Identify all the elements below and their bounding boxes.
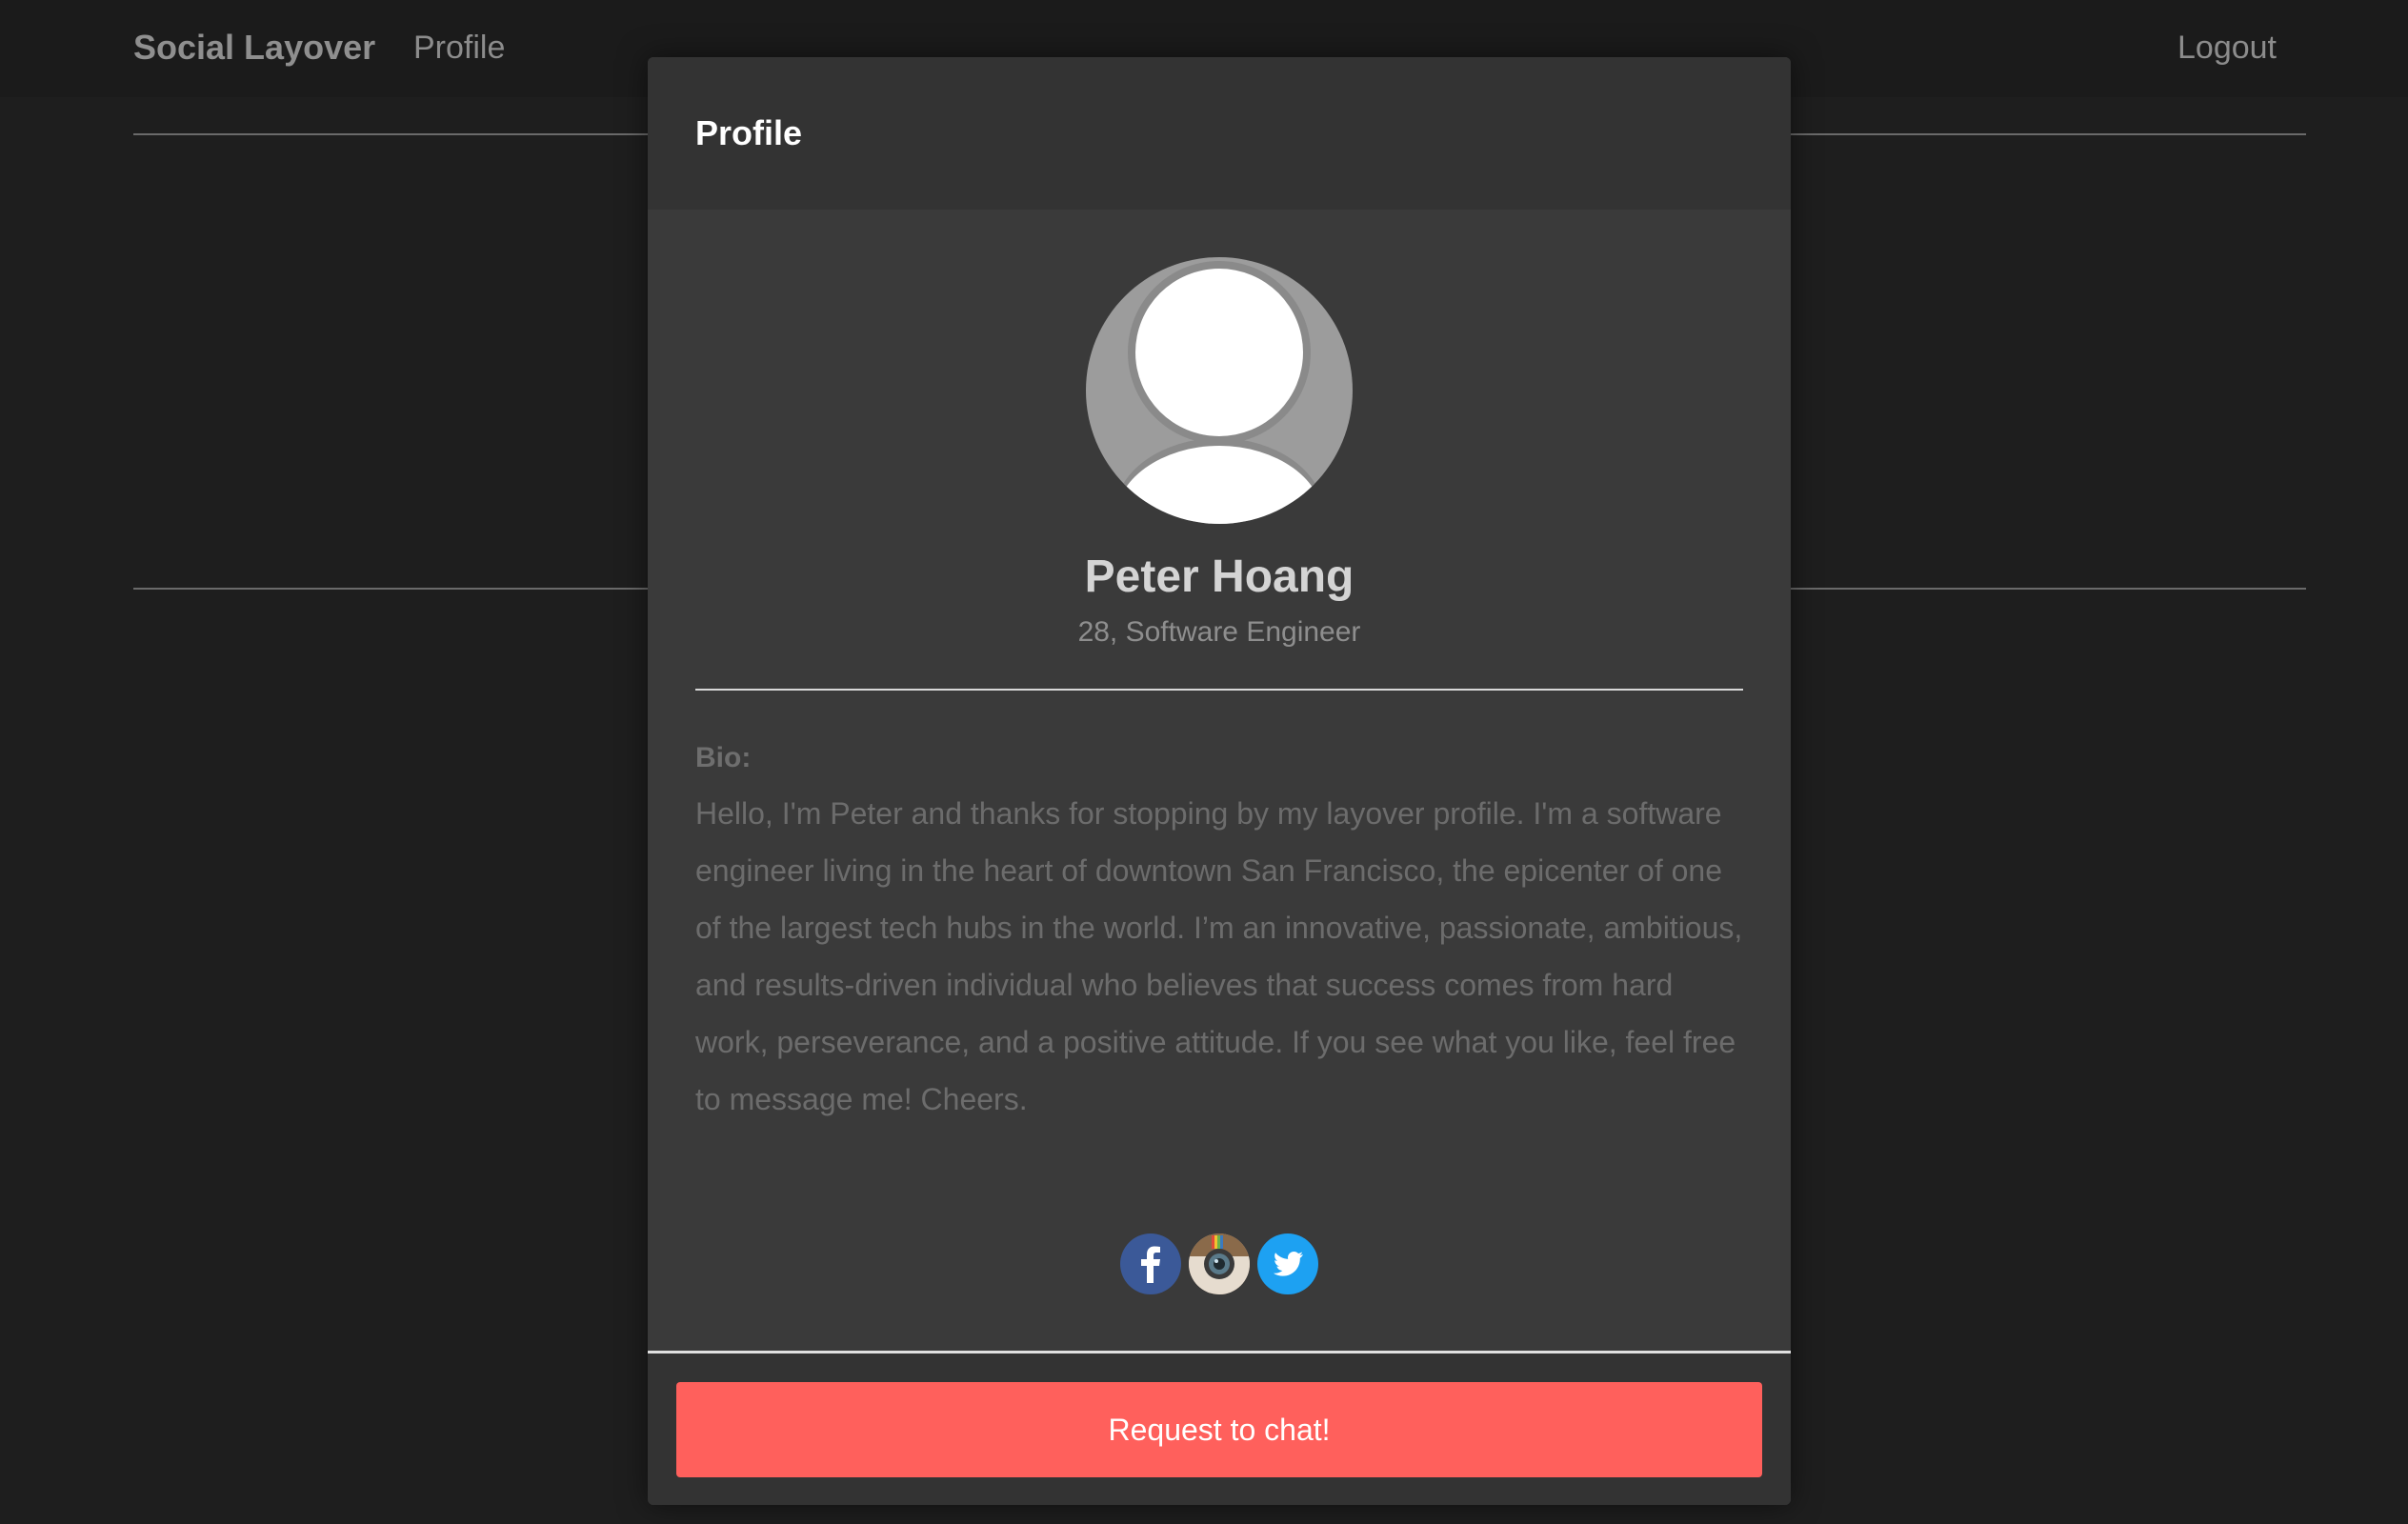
facebook-icon[interactable] <box>1120 1233 1181 1294</box>
bio-label: Bio: <box>695 742 752 773</box>
modal-title: Profile <box>695 113 803 152</box>
twitter-icon[interactable] <box>1257 1233 1318 1294</box>
user-name: Peter Hoang <box>1084 551 1354 602</box>
avatar-body-shape <box>1114 446 1324 524</box>
request-chat-button[interactable]: Request to chat! <box>676 1382 1762 1477</box>
bio-text: Hello, I'm Peter and thanks for stopping… <box>695 796 1743 1116</box>
avatar-head-shape <box>1135 269 1303 436</box>
user-subtitle: 28, Software Engineer <box>1077 616 1361 648</box>
modal-footer: Request to chat! <box>648 1354 1791 1505</box>
instagram-icon[interactable] <box>1189 1233 1250 1294</box>
logout-link[interactable]: Logout <box>2177 25 2277 70</box>
profile-divider <box>695 689 1743 691</box>
avatar <box>1086 257 1353 524</box>
modal-header: Profile <box>648 57 1791 210</box>
profile-modal: Profile Peter Hoang 28, Software Enginee… <box>648 57 1791 1505</box>
social-links <box>648 1233 1791 1294</box>
brand-logo[interactable]: Social Layover <box>133 25 375 70</box>
nav-profile-link[interactable]: Profile <box>413 25 505 70</box>
